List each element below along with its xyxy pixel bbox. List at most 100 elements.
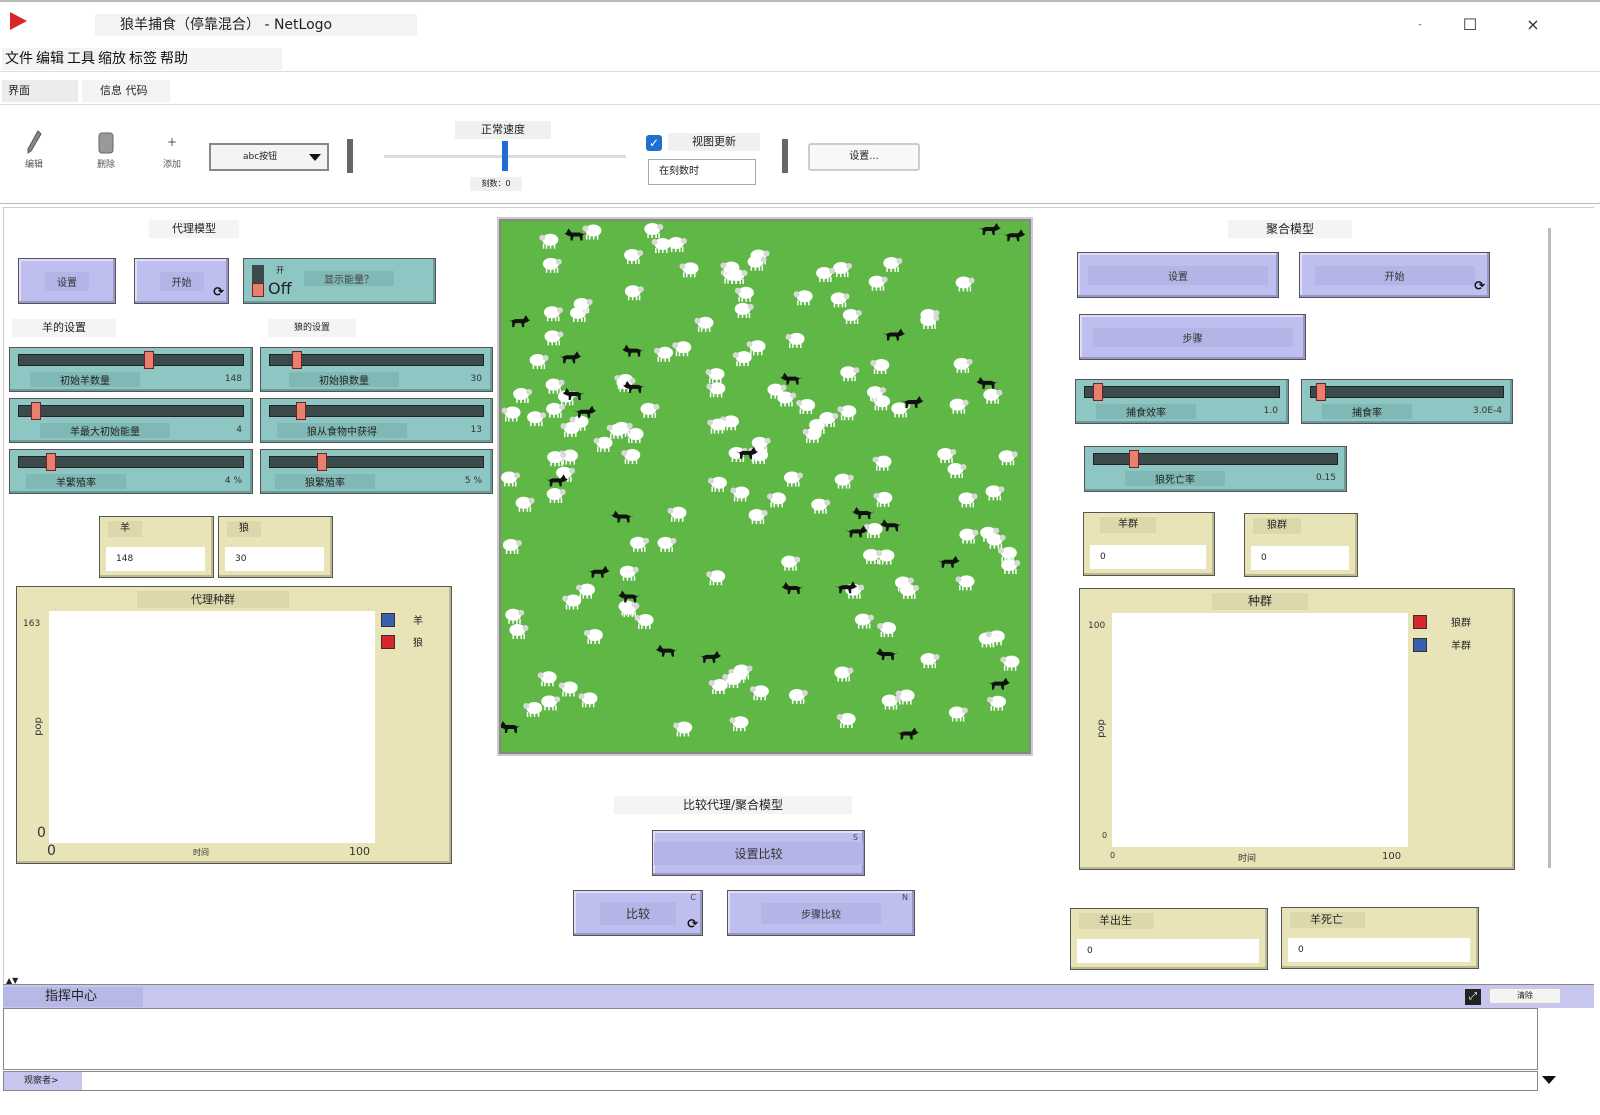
menu-help[interactable]: 帮助 [160, 48, 188, 70]
agent-param-slider[interactable]: 狼从食物中获得 13 [260, 398, 493, 443]
view-updates-checkbox[interactable]: ✓ [646, 135, 662, 151]
monitor-name: 羊死亡 [1290, 912, 1365, 928]
aggregate-go-button[interactable]: 开始 ⟳ [1299, 252, 1490, 298]
maximize-button[interactable]: ☐ [1455, 14, 1485, 36]
slider-track[interactable] [18, 405, 244, 417]
slider-knob[interactable] [46, 453, 57, 471]
sheep-agent [766, 492, 786, 508]
agent-setup-button[interactable]: 设置 [18, 258, 116, 304]
wolf-agent [622, 344, 645, 357]
tab-info-code[interactable]: 信息 代码 [82, 80, 170, 102]
sheep-agent [781, 555, 801, 571]
edit-tool[interactable]: 编辑 [14, 127, 54, 170]
menu-file[interactable]: 文件 [5, 48, 33, 70]
agent-go-button[interactable]: 开始 ⟳ [134, 258, 229, 304]
observer-label[interactable]: 观察者> [4, 1072, 82, 1090]
slider-knob[interactable] [1128, 450, 1139, 468]
agent-param-slider[interactable]: 初始羊数量 148 [9, 347, 253, 392]
monitor-value: 0 [1251, 546, 1349, 570]
history-dropdown-icon[interactable] [1542, 1076, 1556, 1084]
menu-tools[interactable]: 工具 [67, 48, 95, 70]
widget-type-dropdown[interactable]: abc按钮 [209, 143, 329, 171]
menu-tabs[interactable]: 标签 [129, 48, 157, 70]
slider-track[interactable] [1310, 386, 1504, 398]
wolf-agent [896, 727, 919, 740]
sheep-agent [558, 681, 578, 697]
expand-icon[interactable]: ⤢ [1465, 989, 1481, 1005]
slider-knob[interactable] [1315, 383, 1326, 401]
slider-knob[interactable] [144, 351, 155, 369]
monitor-value: 0 [1077, 939, 1259, 963]
sheep-agent [734, 302, 754, 318]
menu-edit[interactable]: 编辑 [36, 48, 64, 70]
slider-value: 0.15 [1315, 473, 1336, 483]
slider-knob[interactable] [291, 351, 302, 369]
aggregate-param-slider[interactable]: 捕食效率 1.0 [1075, 379, 1289, 424]
command-input[interactable] [84, 1072, 1537, 1090]
agent-param-slider[interactable]: 狼繁殖率 5 % [260, 449, 493, 494]
slider-knob[interactable] [295, 402, 306, 420]
clear-button[interactable]: 清除 [1489, 988, 1561, 1004]
sheep-agent [877, 622, 897, 638]
agent-param-slider[interactable]: 羊繁殖率 4 % [9, 449, 253, 494]
tab-interface[interactable]: 界面 [2, 80, 78, 102]
add-tool[interactable]: + 添加 [152, 127, 192, 170]
compare-button[interactable]: 比较 C ⟳ [573, 890, 703, 936]
aggregate-param-slider[interactable]: 狼死亡率 0.15 [1084, 446, 1347, 492]
menu-zoom[interactable]: 缩放 [98, 48, 126, 70]
plot-xmin: 0 [47, 843, 56, 859]
wolf-agent [987, 677, 1010, 690]
legend-entry: 狼 [381, 634, 423, 649]
slider-track[interactable] [18, 354, 244, 366]
slider-label: 狼死亡率 [1125, 471, 1225, 486]
sheep-deaths-monitor: 羊死亡 0 [1281, 907, 1479, 969]
wolf-agent [976, 376, 999, 389]
vertical-scrollbar[interactable] [1548, 228, 1551, 868]
update-mode-select[interactable]: 在刻数时 [648, 159, 756, 185]
wolf-agent [574, 405, 597, 418]
widget-type-value: abc按钮 [243, 152, 278, 162]
agent-setup-label: 设置 [45, 271, 89, 291]
sheep-agent [953, 357, 973, 373]
slider-track[interactable] [1084, 386, 1280, 398]
slider-knob[interactable] [31, 402, 42, 420]
aggregate-param-slider[interactable]: 捕食率 3.0E-4 [1301, 379, 1513, 424]
sheep-agent [624, 285, 644, 301]
slider-knob[interactable] [1093, 383, 1104, 401]
sheep-agent [509, 623, 529, 639]
agent-param-slider[interactable]: 羊最大初始能量 4 [9, 398, 253, 443]
agent-param-slider[interactable]: 初始狼数量 30 [260, 347, 493, 392]
legend-swatch [381, 612, 395, 627]
speed-slider-knob[interactable] [502, 141, 508, 171]
sheep-agent [619, 565, 639, 581]
world-view[interactable] [499, 219, 1031, 754]
minimize-button[interactable]: - [1405, 14, 1435, 36]
wolf-settings-label: 狼的设置 [268, 319, 356, 337]
show-energy-switch[interactable]: 开 Off 显示能量？ [243, 258, 436, 304]
wolf-agent [1003, 229, 1026, 242]
legend-label: 羊 [413, 616, 423, 627]
aggregate-setup-button[interactable]: 设置 [1077, 252, 1279, 298]
shortcut-key: C [690, 893, 696, 902]
sheep-agent [788, 688, 808, 704]
legend-entry: 羊 [381, 612, 423, 627]
monitor-value: 148 [106, 547, 205, 571]
plot-ymax: 163 [23, 619, 41, 629]
wolf-agent [611, 510, 634, 523]
pencil-icon [27, 130, 42, 154]
sheep-agent [870, 359, 890, 375]
sheep-agent [583, 628, 603, 644]
sheep-agent [840, 366, 860, 382]
sheep-agent [872, 455, 892, 471]
switch-state: Off [268, 279, 292, 298]
step-compare-button[interactable]: 步骤比较 N [727, 890, 915, 936]
delete-tool[interactable]: 删除 [86, 127, 126, 170]
compare-setup-button[interactable]: 设置比较 S [652, 830, 865, 876]
sheep-agent [582, 224, 602, 240]
settings-button[interactable]: 设置... [808, 143, 920, 171]
close-button[interactable]: × [1518, 14, 1548, 36]
slider-track[interactable] [269, 456, 484, 468]
slider-knob[interactable] [316, 453, 327, 471]
aggregate-step-button[interactable]: 步骤 [1079, 314, 1306, 360]
plot-ymin: 0 [37, 825, 46, 841]
